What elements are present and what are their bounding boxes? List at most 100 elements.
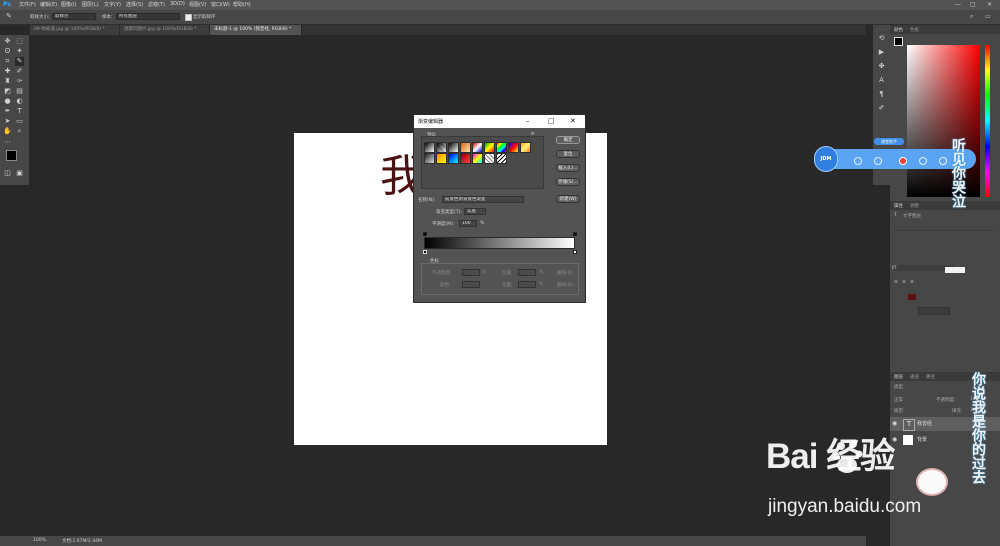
- foreground-color-swatch[interactable]: [6, 150, 17, 161]
- show-ring-checkbox[interactable]: [185, 14, 192, 21]
- new-button[interactable]: 新建(W): [556, 195, 580, 203]
- align-left-icon[interactable]: ≡: [894, 280, 898, 285]
- tab-channels[interactable]: 通道: [910, 374, 919, 380]
- menu-view[interactable]: 视图(V): [189, 1, 206, 8]
- history-icon[interactable]: ⟲: [877, 34, 886, 43]
- preset-swatch[interactable]: [484, 153, 495, 164]
- color-stop-right[interactable]: [573, 250, 577, 254]
- menu-edit[interactable]: 编辑(E): [40, 1, 57, 8]
- dodge-tool-icon[interactable]: ◐: [15, 97, 24, 106]
- menu-3d[interactable]: 3D(D): [170, 1, 185, 7]
- sample-select[interactable]: 所有图层: [116, 13, 180, 20]
- sample-size-select[interactable]: 取样点: [52, 13, 96, 20]
- panel-foreground-swatch[interactable]: [894, 37, 903, 46]
- tab-color[interactable]: 颜色: [894, 27, 903, 33]
- menu-window[interactable]: 窗口(W): [211, 1, 230, 8]
- gradient-tool-icon[interactable]: ▤: [15, 87, 24, 96]
- preset-swatch[interactable]: [448, 142, 459, 153]
- dialog-close-icon[interactable]: ✕: [570, 117, 576, 125]
- menu-help[interactable]: 帮助(H): [233, 1, 251, 8]
- text-color-swatch[interactable]: [908, 294, 916, 300]
- load-button[interactable]: 载入(L)...: [556, 164, 580, 172]
- preset-swatch[interactable]: [460, 142, 471, 153]
- menu-file[interactable]: 文件(F): [19, 1, 36, 8]
- gradient-name-input[interactable]: 前景色到背景色渐变: [442, 196, 524, 203]
- assistant-record-icon[interactable]: [899, 157, 907, 165]
- more-options-button[interactable]: [918, 307, 950, 315]
- path-select-icon[interactable]: ➤: [3, 117, 12, 126]
- preset-swatch[interactable]: [460, 153, 471, 164]
- preset-swatch[interactable]: [472, 153, 483, 164]
- color-field[interactable]: [907, 45, 980, 197]
- tab-layers[interactable]: 图层: [894, 374, 903, 380]
- tab-properties[interactable]: 属性: [894, 203, 903, 209]
- workspace-icon[interactable]: ▭: [985, 13, 991, 20]
- search-icon[interactable]: ⌕: [970, 13, 973, 21]
- gradient-preview-bar[interactable]: [424, 237, 575, 249]
- preset-swatch[interactable]: [448, 153, 459, 164]
- assistant-tool-icon[interactable]: [854, 157, 862, 165]
- close-button[interactable]: ✕: [987, 1, 992, 8]
- paragraph-icon[interactable]: ¶: [877, 90, 886, 99]
- magic-wand-icon[interactable]: ✦: [15, 47, 24, 56]
- more-tools-icon[interactable]: ⋯: [3, 138, 12, 147]
- type-tool-icon[interactable]: T: [15, 107, 24, 116]
- preset-swatch[interactable]: [496, 142, 507, 153]
- eyedropper-icon[interactable]: ✎: [6, 12, 12, 20]
- blend-mode-select[interactable]: 正常: [894, 397, 903, 403]
- brush-tool-icon[interactable]: ✐: [15, 67, 24, 76]
- color-stop-left[interactable]: [423, 250, 427, 254]
- character-icon[interactable]: A: [877, 76, 886, 85]
- preset-swatch[interactable]: [472, 142, 483, 153]
- quick-mask-icon[interactable]: ◫: [3, 169, 12, 178]
- stamp-tool-icon[interactable]: ♜: [3, 77, 12, 86]
- dialog-minimize-icon[interactable]: –: [526, 117, 530, 125]
- opacity-stop-left[interactable]: [423, 232, 427, 236]
- reset-button[interactable]: 复位: [556, 150, 580, 158]
- shape-tool-icon[interactable]: ▭: [15, 117, 24, 126]
- swatches-icon[interactable]: ✤: [877, 62, 886, 71]
- layer-kind-filter[interactable]: 类型: [894, 384, 903, 390]
- opacity-stop-right[interactable]: [573, 232, 577, 236]
- zoom-level[interactable]: 100%: [33, 538, 46, 543]
- properties-icon[interactable]: ▶: [877, 48, 886, 57]
- preset-swatch[interactable]: [496, 153, 507, 164]
- tab-document-3[interactable]: 未标题-1 @ 100% (我曾经, RGB/8) *: [210, 25, 302, 35]
- menu-image[interactable]: 图像(I): [61, 1, 76, 8]
- align-right-icon[interactable]: ≡: [910, 280, 914, 285]
- tab-adjustments[interactable]: 调整: [910, 203, 919, 209]
- crop-tool-icon[interactable]: ⌗: [3, 57, 12, 66]
- marquee-tool-icon[interactable]: ⬚: [15, 37, 24, 46]
- history-brush-icon[interactable]: ✑: [15, 77, 24, 86]
- smoothness-input[interactable]: 100: [459, 220, 477, 227]
- hand-tool-icon[interactable]: ✋: [3, 127, 12, 136]
- preset-swatch[interactable]: [436, 153, 447, 164]
- tab-swatches[interactable]: 色板: [910, 27, 919, 33]
- move-tool-icon[interactable]: ✥: [3, 37, 12, 46]
- dialog-maximize-icon[interactable]: □: [548, 117, 555, 125]
- gradient-type-select[interactable]: 实底: [464, 208, 486, 215]
- healing-tool-icon[interactable]: ✚: [3, 67, 12, 76]
- tab-document-2[interactable]: 放歌玩图片.jpg @ 100%(RGB/8) *: [120, 25, 210, 35]
- lasso-tool-icon[interactable]: ʘ: [3, 47, 12, 56]
- eyedropper-tool-icon[interactable]: ✎: [15, 57, 24, 66]
- assistant-tool-icon[interactable]: [919, 157, 927, 165]
- preset-swatch[interactable]: [436, 142, 447, 153]
- visibility-eye-icon[interactable]: ◉: [892, 417, 897, 431]
- maximize-button[interactable]: □: [970, 1, 976, 8]
- assistant-settings-icon[interactable]: [939, 157, 947, 165]
- screen-mode-icon[interactable]: ▣: [15, 169, 24, 178]
- align-center-icon[interactable]: ≡: [902, 280, 906, 285]
- text-color-swatch-white[interactable]: [945, 267, 965, 273]
- menu-type[interactable]: 文字(Y): [104, 1, 121, 8]
- minimize-button[interactable]: —: [955, 1, 961, 8]
- tab-document-1[interactable]: 09-你知道.jpg @ 100%(RGB/8) *: [30, 25, 120, 35]
- menu-filter[interactable]: 滤镜(T): [148, 1, 165, 8]
- preset-swatch[interactable]: [424, 142, 435, 153]
- assistant-logo[interactable]: JDM: [814, 146, 838, 172]
- blur-tool-icon[interactable]: ●: [3, 97, 12, 106]
- menu-layer[interactable]: 图层(L): [82, 1, 99, 8]
- assistant-tool-icon[interactable]: [874, 157, 882, 165]
- tab-paths[interactable]: 路径: [926, 374, 935, 380]
- ok-button[interactable]: 确定: [556, 136, 580, 144]
